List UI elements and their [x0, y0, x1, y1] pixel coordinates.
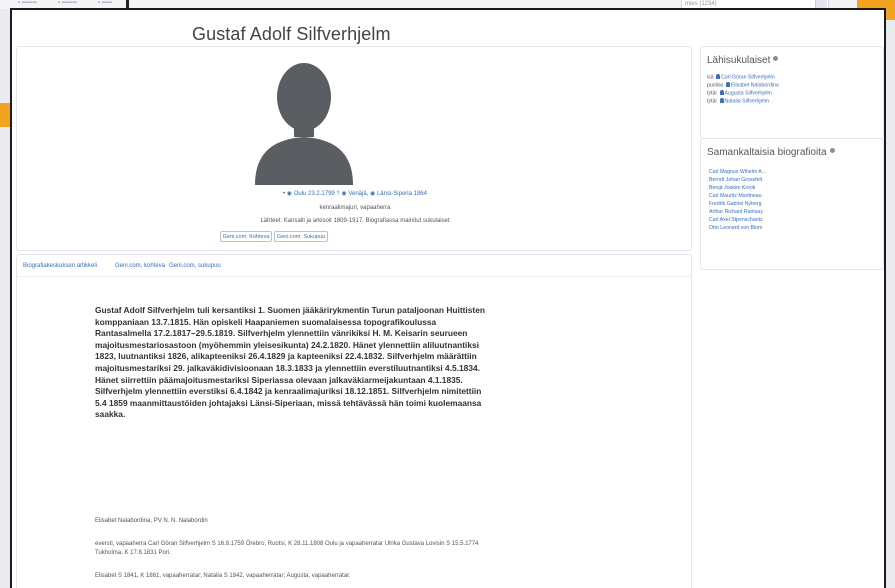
person-icon	[719, 90, 724, 95]
relative-item[interactable]: tytär Natalia Silfverhjelm	[707, 98, 769, 105]
similar-bio-link[interactable]: Carl Magnus Wihelm A...	[709, 169, 766, 175]
person-icon	[716, 74, 721, 79]
tab-geni-profile[interactable]: Geni.com, kohteva	[115, 263, 165, 269]
relative-item[interactable]: puoliso Elisabet Nalabordina	[707, 82, 779, 89]
person-icon	[719, 98, 724, 103]
cut-off-link-1[interactable]: ▪ ▪▪▪▪▪▪▪	[18, 0, 37, 6]
parents-note: eversti, vapaaherra Carl Göran Silfverhj…	[95, 541, 479, 556]
similar-bio-link[interactable]: Carl Axel Stjernschantz	[709, 217, 763, 223]
relatives-title: Lähisukulaiset	[707, 55, 779, 66]
help-icon[interactable]	[829, 148, 835, 153]
relatives-card: Lähisukulaiset isä Carl Göran Silfverhje…	[700, 46, 884, 139]
life-prefix: •	[283, 191, 286, 197]
similar-bio-link[interactable]: Arthur Richard Ramsay	[709, 209, 763, 215]
similar-bio-link[interactable]: Berndt Johan Grossfelt	[709, 177, 762, 183]
tab-biography-article[interactable]: Biografiakeskuksen artikkeli	[23, 263, 97, 269]
cut-off-link-2[interactable]: ▪ ▪▪▪▪▪▪▪	[58, 0, 77, 6]
birth-place-link[interactable]: ◉ Oulu 23.2.1799 †	[287, 191, 340, 197]
death-place-link[interactable]: ◉ Venäjä,	[341, 191, 368, 197]
life-dates: • ◉ Oulu 23.2.1799 † ◉ Venäjä, ◉ Länsi-S…	[17, 190, 693, 197]
region-link[interactable]: ◉ Länsi-Siperia 1864	[370, 191, 427, 197]
search-input-value: mies (1234)	[685, 1, 717, 7]
tab-geni-tree[interactable]: Geni.com, sukupuu	[169, 263, 221, 269]
similar-bio-link[interactable]: Otto Leonard von Blom	[709, 225, 762, 231]
similar-bio-link[interactable]: Bengt Joakim Krook	[709, 185, 755, 191]
page-title: Gustaf Adolf Silfverhjelm	[192, 24, 391, 44]
cut-off-link-3[interactable]: ▪ ▪▪▪▪▪	[98, 0, 112, 6]
similar-biographies-card: Samankaltaisia biografioita Carl Magnus …	[700, 138, 884, 270]
browser-window: Gustaf Adolf Silfverhjelm • ◉ Oulu 23.2.…	[10, 8, 886, 588]
geni-sukupuu-button[interactable]: Geni.com: Sukupuu	[274, 231, 328, 242]
help-icon[interactable]	[773, 56, 779, 61]
biography-card: Biografiakeskuksen artikkeli Geni.com, k…	[16, 254, 693, 588]
similar-bio-link[interactable]: Carl Mauritz Martineau	[709, 193, 761, 199]
tab-bar: Biografiakeskuksen artikkeli Geni.com, k…	[17, 255, 693, 277]
search-button[interactable]	[815, 0, 827, 8]
avatar-silhouette-icon	[249, 55, 359, 185]
roles-line: kenraalimajuri, vapaaherra	[319, 205, 391, 211]
person-icon	[725, 82, 730, 87]
geni-kohteva-button[interactable]: Geni.com: Kohteva	[220, 231, 272, 242]
children-note: Elisabet S 1841, K 1861, vapaaherratar; …	[95, 573, 351, 579]
profile-card: • ◉ Oulu 23.2.1799 † ◉ Venäjä, ◉ Länsi-S…	[16, 46, 692, 251]
similar-title: Samankaltaisia biografioita	[707, 147, 835, 158]
similar-bio-link[interactable]: Fredrik Gabriel Nyberg	[709, 201, 761, 207]
relative-item[interactable]: tytär Augusta Silfverhjelm	[707, 90, 772, 97]
biography-text: Gustaf Adolf Silfverhjelm tuli kersantik…	[95, 305, 485, 420]
spouse-note: Elisabet Nalabordina, PV N. N. Nalabordi…	[95, 518, 208, 524]
relative-item[interactable]: isä Carl Göran Silfverhjelm	[707, 74, 775, 81]
sources-line: Lähteet: Kansalli ja arkisoit 1809-1917.…	[260, 218, 450, 224]
